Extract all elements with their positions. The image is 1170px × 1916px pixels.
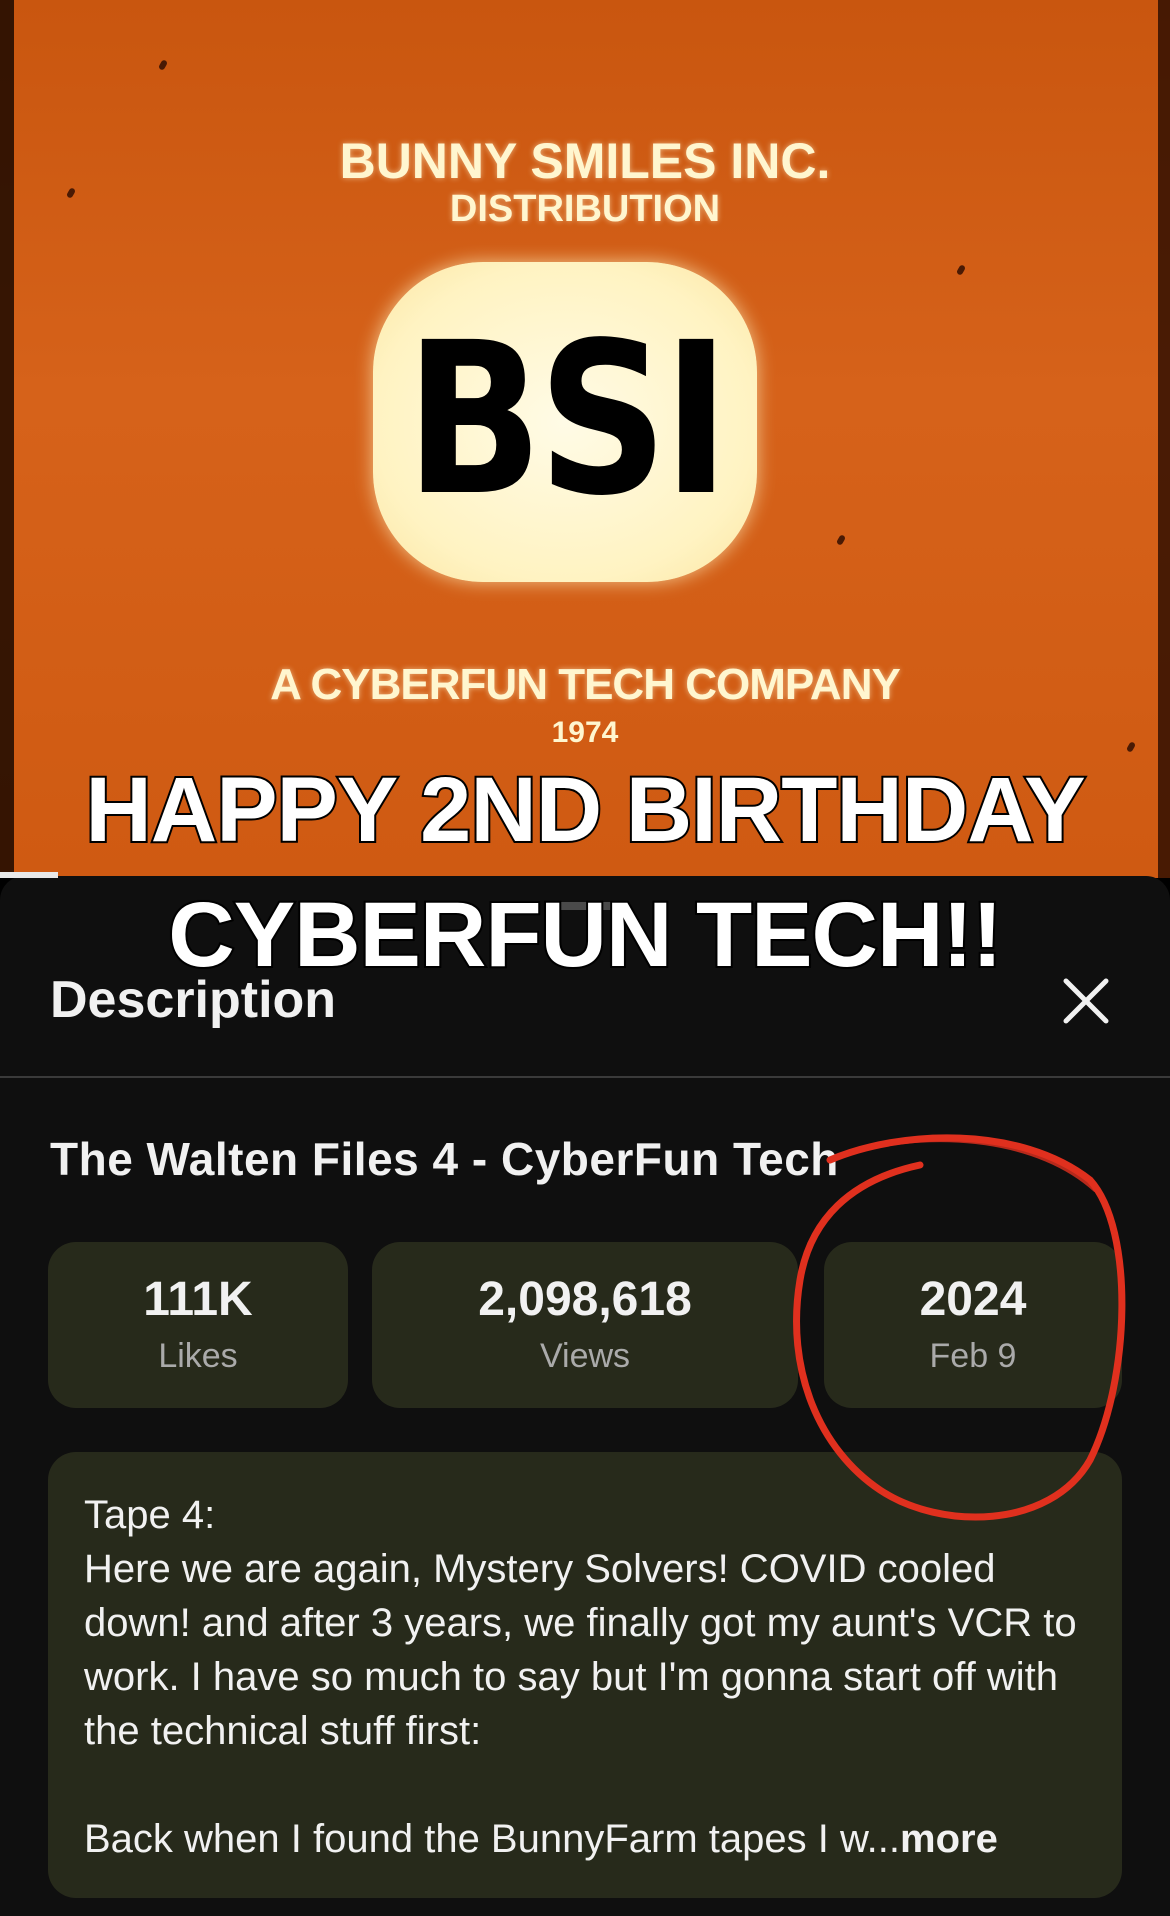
- logo-company-name: BUNNY SMILES INC.: [339, 133, 831, 189]
- overlay-caption-line2: CYBERFUN TECH!!: [166, 883, 1004, 987]
- film-speck: [955, 264, 967, 276]
- upload-year: 2024: [919, 1273, 1027, 1326]
- logo-tagline: A CYBERFUN TECH COMPANY: [270, 660, 901, 709]
- likes-label: Likes: [158, 1337, 238, 1375]
- upload-date: Feb 9: [929, 1337, 1017, 1375]
- views-label: Views: [539, 1337, 631, 1375]
- likes-stat: 111K Likes: [48, 1242, 348, 1408]
- more-link[interactable]: more: [900, 1817, 998, 1861]
- video-player[interactable]: BUNNY SMILES INC. DISTRIBUTION BSI A CYB…: [0, 0, 1170, 878]
- description-text: Tape 4: Here we are again, Mystery Solve…: [84, 1488, 1094, 1866]
- views-stat: 2,098,618 Views: [372, 1242, 798, 1408]
- bsi-logo-letters: BSI: [405, 297, 730, 542]
- views-count: 2,098,618: [478, 1273, 692, 1326]
- description-box[interactable]: Tape 4: Here we are again, Mystery Solve…: [48, 1452, 1122, 1898]
- likes-count: 111K: [143, 1273, 253, 1326]
- film-speck: [835, 534, 847, 546]
- description-body: Tape 4: Here we are again, Mystery Solve…: [84, 1493, 1077, 1861]
- film-speck: [157, 59, 169, 71]
- video-title: The Walten Files 4 - CyberFun Tech: [50, 1133, 839, 1185]
- logo-subtitle: DISTRIBUTION: [449, 188, 721, 230]
- date-stat: 2024 Feb 9: [824, 1242, 1122, 1408]
- overlay-caption-line1: HAPPY 2ND BIRTHDAY: [83, 758, 1087, 862]
- video-progress-bar[interactable]: [0, 872, 58, 878]
- sheet-divider: [0, 1076, 1170, 1078]
- logo-year: 1974: [551, 716, 619, 749]
